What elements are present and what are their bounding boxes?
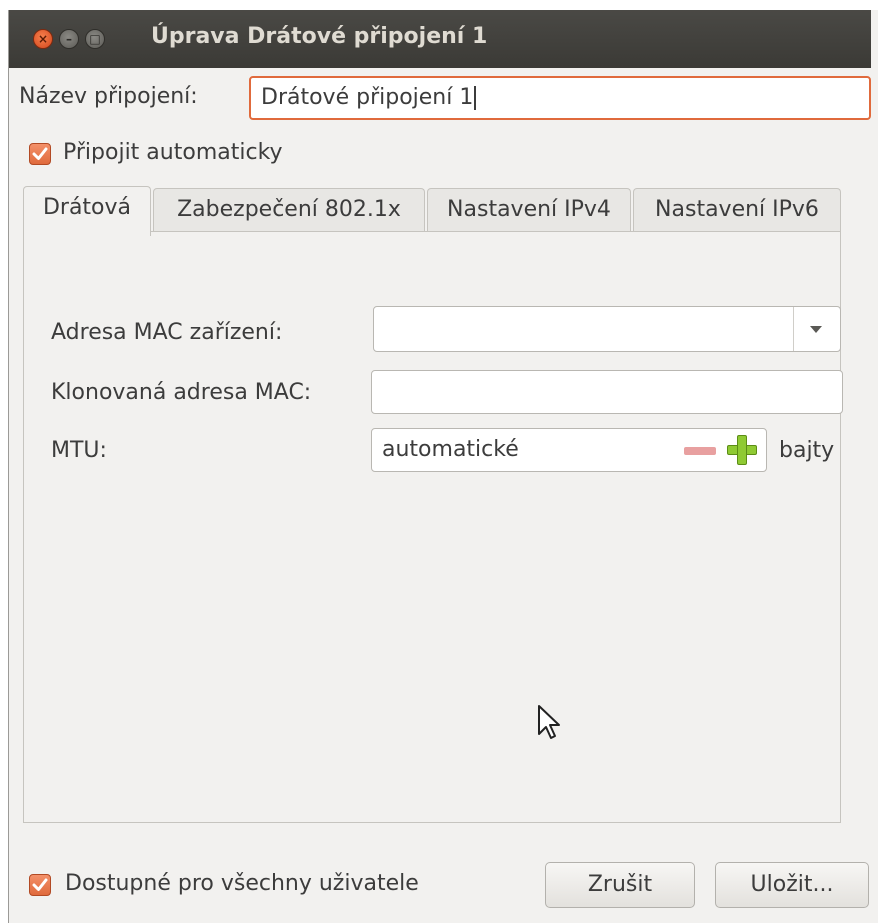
close-window-button[interactable]: × bbox=[33, 29, 53, 49]
check-icon bbox=[32, 147, 48, 160]
all-users-checkbox[interactable] bbox=[29, 874, 51, 896]
title-bar: × – □ Úprava Drátové připojení 1 bbox=[9, 10, 871, 68]
mac-address-label: Adresa MAC zařízení: bbox=[51, 320, 283, 345]
cloned-mac-label: Klonovaná adresa MAC: bbox=[51, 380, 312, 405]
connection-name-input[interactable]: Drátové připojení 1 bbox=[249, 76, 871, 120]
minimize-icon: – bbox=[66, 32, 72, 46]
save-button[interactable]: Uložit... bbox=[715, 862, 869, 908]
check-icon bbox=[32, 878, 48, 891]
close-icon: × bbox=[37, 32, 49, 46]
tab-wired[interactable]: Drátová bbox=[23, 186, 151, 236]
window-title: Úprava Drátové připojení 1 bbox=[151, 24, 488, 49]
mtu-decrement-button[interactable] bbox=[680, 429, 720, 471]
maximize-window-button[interactable]: □ bbox=[85, 29, 105, 49]
mtu-value: automatické bbox=[382, 437, 519, 462]
all-users-label: Dostupné pro všechny uživatele bbox=[65, 871, 419, 896]
tab-security-8021x[interactable]: Zabezpečení 802.1x bbox=[153, 188, 425, 232]
mouse-pointer-icon bbox=[538, 705, 560, 739]
tab-ipv6-settings[interactable]: Nastavení IPv6 bbox=[633, 188, 841, 232]
mtu-increment-button[interactable] bbox=[722, 429, 762, 471]
tab-ipv4-settings[interactable]: Nastavení IPv4 bbox=[427, 188, 631, 232]
mtu-label: MTU: bbox=[51, 438, 107, 463]
connection-name-label: Název připojení: bbox=[19, 84, 198, 109]
cloned-mac-input[interactable] bbox=[371, 370, 843, 414]
auto-connect-label: Připojit automaticky bbox=[63, 140, 283, 165]
minus-icon bbox=[684, 447, 716, 455]
mtu-unit-label: bajty bbox=[779, 438, 835, 463]
maximize-icon: □ bbox=[89, 32, 101, 46]
minimize-window-button[interactable]: – bbox=[59, 29, 79, 49]
edit-connection-window: × – □ Úprava Drátové připojení 1 Název p… bbox=[8, 10, 878, 923]
mac-address-combobox[interactable] bbox=[373, 306, 841, 352]
dropdown-arrow-icon bbox=[810, 326, 822, 333]
auto-connect-checkbox[interactable] bbox=[29, 143, 51, 165]
text-caret bbox=[474, 86, 477, 110]
connection-name-value: Drátové připojení 1 bbox=[261, 85, 474, 110]
mac-dropdown-button[interactable] bbox=[793, 307, 840, 351]
mtu-spinbutton[interactable]: automatické bbox=[371, 428, 767, 472]
cancel-button[interactable]: Zrušit bbox=[545, 862, 695, 908]
